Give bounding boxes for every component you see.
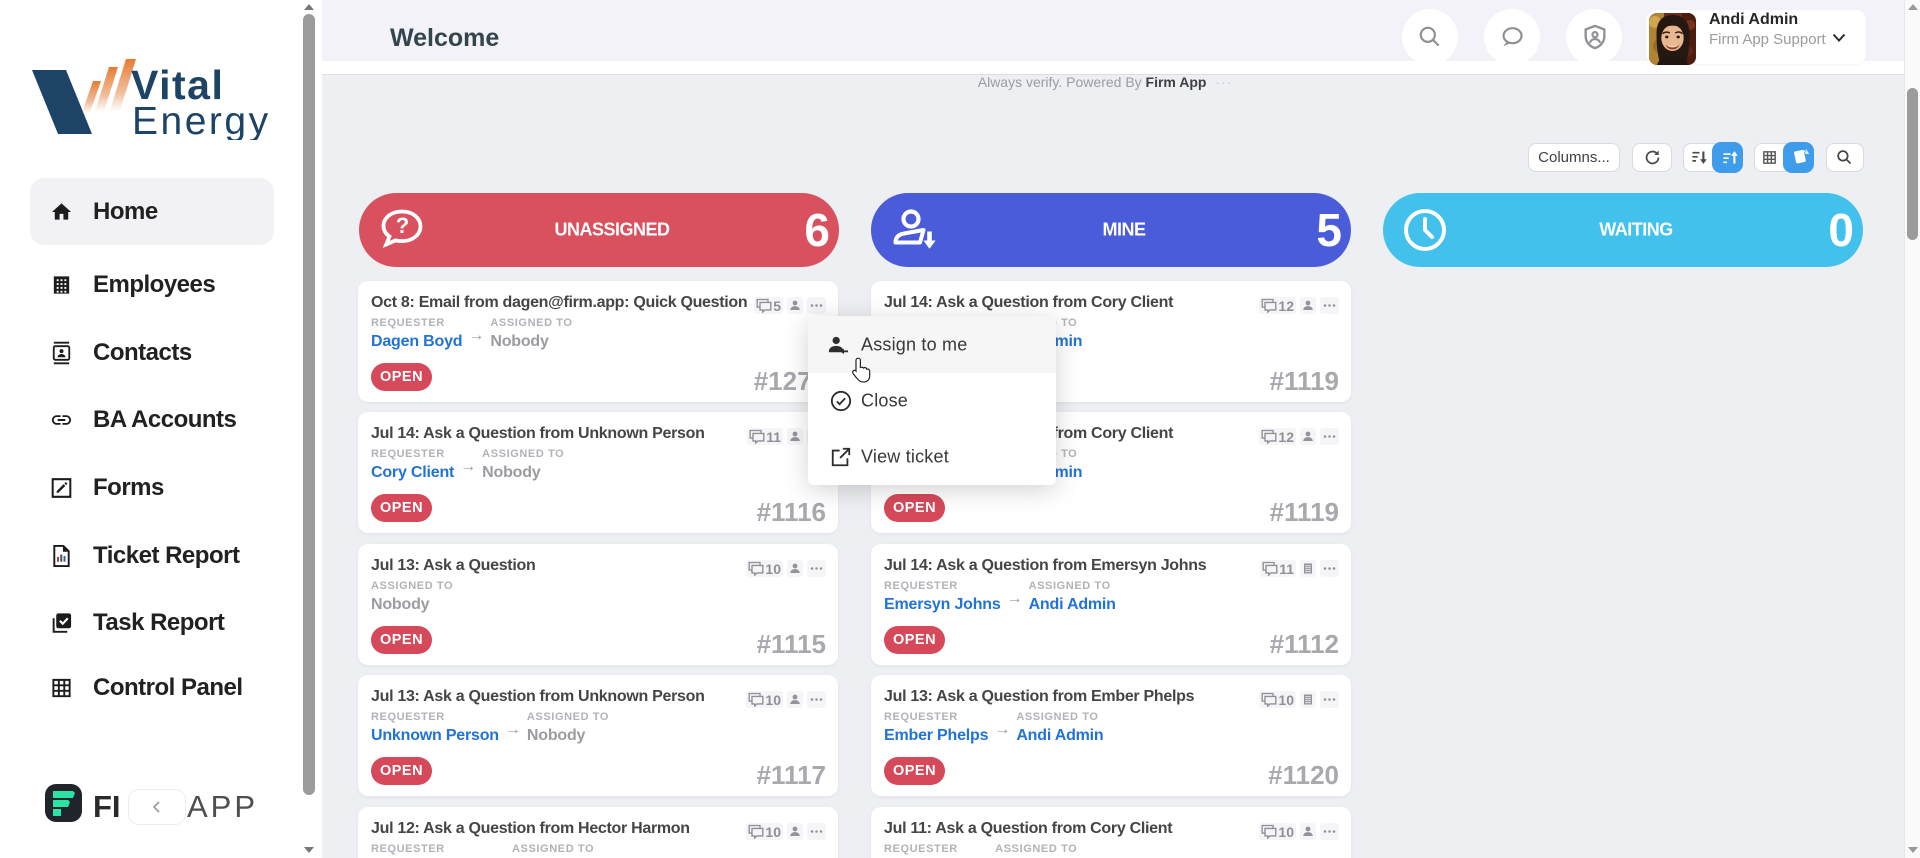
- svg-text:Energy: Energy: [132, 100, 271, 140]
